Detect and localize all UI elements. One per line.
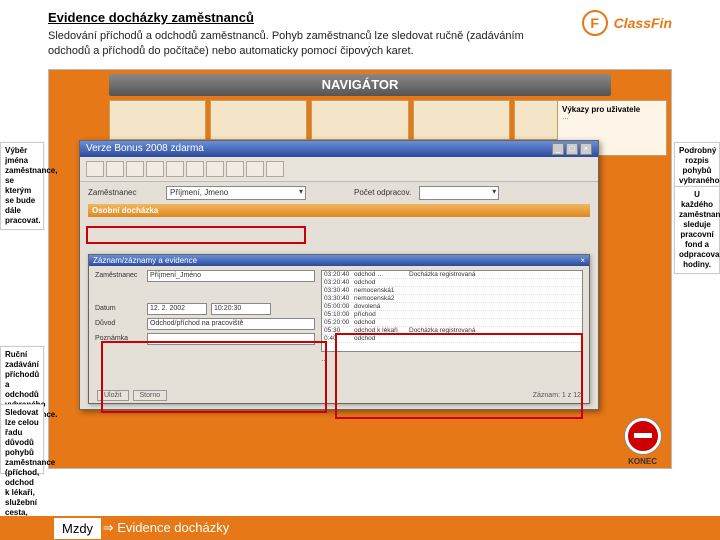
brand-logo-text: ClassFin (614, 15, 672, 31)
side-panel-title: Výkazy pro uživatele (562, 105, 662, 114)
konec-label: KONEC (628, 457, 657, 466)
toolbar-button[interactable] (106, 161, 124, 177)
dialog-bottom-bar: Uložit Storno Záznam: 1 z 12 (97, 390, 581, 401)
thumbnail-row (109, 100, 611, 140)
list-item[interactable]: 0:40odchod (322, 335, 582, 343)
record-status: Záznam: 1 z 12 (533, 392, 581, 399)
toolbar-button[interactable] (126, 161, 144, 177)
employee-label: Zaměstnanec (95, 272, 143, 279)
toolbar-button[interactable] (246, 161, 264, 177)
list-item[interactable]: 05:20:00odchod (322, 319, 582, 327)
stop-icon[interactable] (625, 418, 661, 454)
list-item[interactable]: 05:10:00příchod (322, 311, 582, 319)
brand-logo: F ClassFin (582, 10, 672, 36)
app-screenshot: NAVIGÁTOR Výkazy pro uživatele … Verze B… (48, 69, 672, 469)
dialog-right-column: 03:20:40odchod …Docházka registrovaná 03… (321, 270, 583, 396)
toolbar (80, 157, 598, 182)
brand-logo-icon: F (582, 10, 608, 36)
record-dialog: Záznam/záznamy a evidence × Zaměstnanec … (88, 254, 590, 404)
callout-work-fund: U každého zaměstnance sleduje pracovní f… (674, 186, 720, 274)
list-item[interactable]: 03:30:40nemocenská2 (322, 295, 582, 303)
highlight-box (86, 226, 306, 244)
nav-thumb[interactable] (210, 100, 307, 140)
page-title: Evidence docházky zaměstnanců (48, 10, 562, 25)
note-label: Poznámka (95, 335, 143, 342)
list-item[interactable]: 03:20:40odchod (322, 279, 582, 287)
toolbar-button[interactable] (166, 161, 184, 177)
reason-input[interactable]: Odchod/příchod na pracoviště (147, 318, 315, 330)
date-label: Datum (95, 305, 143, 312)
movements-list[interactable]: 03:20:40odchod …Docházka registrovaná 03… (321, 270, 583, 352)
toolbar-button[interactable] (226, 161, 244, 177)
list-item[interactable]: 03:20:40odchod …Docházka registrovaná (322, 271, 582, 279)
callout-reasons: Sledovat lze celou řadu důvodů pohybů za… (0, 404, 44, 474)
group-header: Osobní docházka (88, 204, 590, 217)
date-input[interactable]: 12. 2. 2002 (147, 303, 207, 315)
header-text: Evidence docházky zaměstnanců Sledování … (48, 10, 582, 59)
info-line: … (321, 356, 328, 363)
period-dropdown[interactable] (419, 186, 499, 200)
list-item[interactable]: 05:30odchod k lékařiDocházka registrovan… (322, 327, 582, 335)
navigator-bar: NAVIGÁTOR (109, 74, 611, 96)
toolbar-button[interactable] (206, 161, 224, 177)
close-icon[interactable]: × (580, 256, 585, 265)
breadcrumb-footer: Mzdy ⇒ Evidence docházky (0, 516, 720, 540)
save-button[interactable]: Uložit (97, 390, 129, 401)
employee-field-row: Zaměstnanec Příjmení, Jmeno Počet odprac… (88, 186, 590, 200)
nav-thumb[interactable] (109, 100, 206, 140)
dialog-left-column: Zaměstnanec Příjmení_Jméno Datum 12. 2. … (95, 270, 315, 396)
page-subtitle: Sledování příchodů a odchodů zaměstnanců… (48, 29, 562, 59)
period-label: Počet odpracov. (354, 188, 411, 197)
cancel-button[interactable]: Storno (133, 390, 168, 401)
close-icon[interactable]: × (580, 143, 592, 155)
toolbar-button[interactable] (146, 161, 164, 177)
attendance-window: Verze Bonus 2008 zdarma _ □ × (79, 140, 599, 410)
page-header: Evidence docházky zaměstnanců Sledování … (0, 0, 720, 63)
list-item[interactable]: 03:30:40nemocenská1 (322, 287, 582, 295)
note-input[interactable] (147, 333, 315, 345)
toolbar-button[interactable] (186, 161, 204, 177)
nav-thumb[interactable] (413, 100, 510, 140)
employee-label: Zaměstnanec (88, 188, 158, 197)
minimize-icon[interactable]: _ (552, 143, 564, 155)
employee-dropdown[interactable]: Příjmení, Jmeno (166, 186, 306, 200)
nav-thumb[interactable] (311, 100, 408, 140)
breadcrumb-root: Mzdy (54, 518, 101, 539)
side-panel-line: … (562, 114, 662, 121)
breadcrumb-rest: ⇒ Evidence docházky (99, 520, 229, 536)
toolbar-button[interactable] (266, 161, 284, 177)
employee-input[interactable]: Příjmení_Jméno (147, 270, 315, 282)
callout-select-employee: Výběr jména zaměstnance, se kterým se bu… (0, 142, 44, 230)
toolbar-button[interactable] (86, 161, 104, 177)
window-titlebar[interactable]: Verze Bonus 2008 zdarma _ □ × (80, 141, 598, 157)
dialog-title-text: Záznam/záznamy a evidence (93, 256, 197, 265)
dialog-titlebar[interactable]: Záznam/záznamy a evidence × (89, 255, 589, 266)
list-item[interactable]: 05:00:00dovolená (322, 303, 582, 311)
reason-label: Důvod (95, 320, 143, 327)
maximize-icon[interactable]: □ (566, 143, 578, 155)
window-title-text: Verze Bonus 2008 zdarma (86, 143, 204, 154)
time-input[interactable]: 10:20:30 (211, 303, 271, 315)
